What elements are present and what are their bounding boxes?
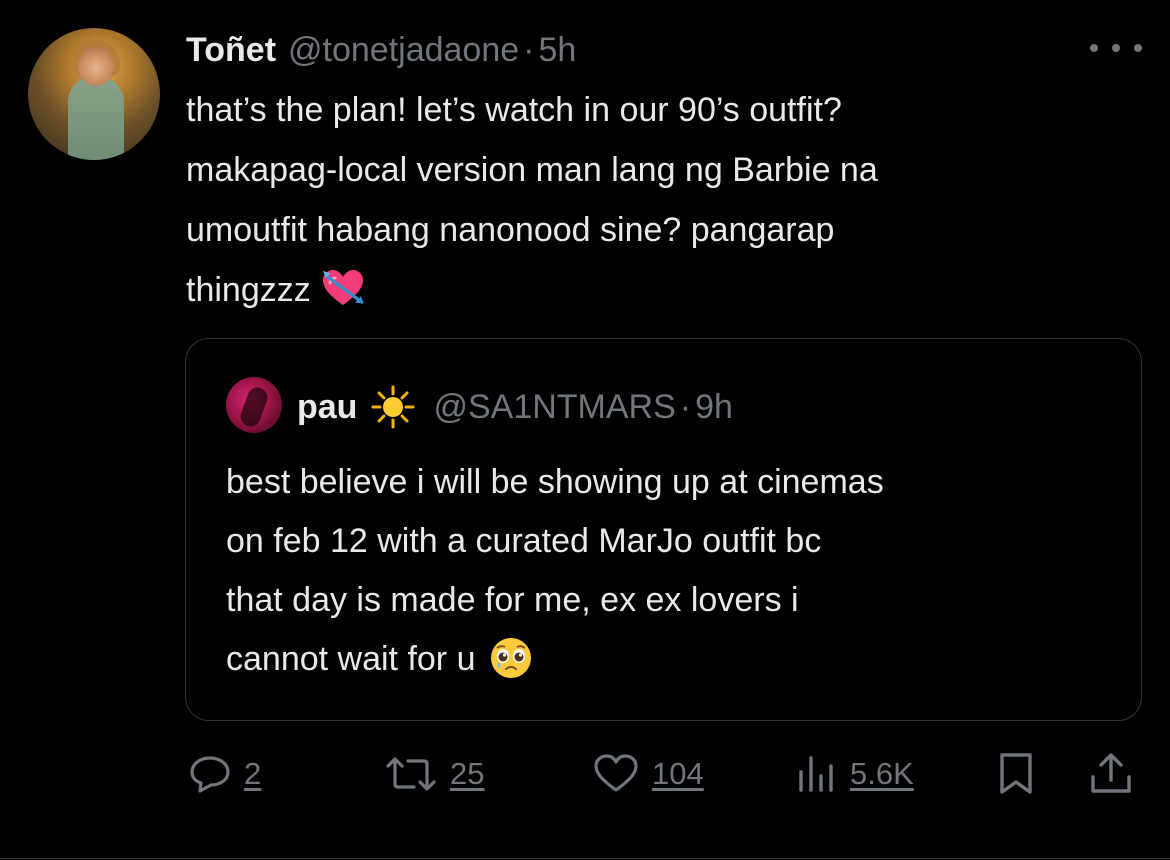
author-name[interactable]: Toñet [186, 31, 276, 70]
tweet-text-line: umoutfit habang nanonood sine? pangarap [186, 211, 835, 249]
quoted-text-line-last: cannot wait for u [226, 630, 1116, 689]
analytics-icon [799, 756, 833, 792]
quoted-text-line: on feb 12 with a curated MarJo outfit bc [226, 522, 822, 560]
retweet-button[interactable]: 25 [384, 748, 484, 800]
quoted-author-handle[interactable]: @SA1NTMARS [433, 388, 675, 427]
quoted-text-line: that day is made for me, ex ex lovers i [226, 581, 799, 619]
share-button[interactable] [1088, 748, 1134, 800]
bottom-divider [0, 858, 1170, 859]
quoted-tweet-header: pau @SA1NTMARS · 9h [297, 385, 733, 429]
tweet-text: that’s the plan! let’s watch in our 90’s… [186, 80, 1126, 320]
quoted-text-line: best believe i will be showing up at cin… [226, 463, 884, 501]
tweet-text-line: that’s the plan! let’s watch in our 90’s… [186, 91, 842, 129]
heart-with-arrow-icon [322, 270, 364, 305]
share-icon [1091, 753, 1131, 793]
views-button[interactable]: 5.6K [794, 748, 914, 800]
like-count[interactable]: 104 [652, 756, 704, 792]
bookmark-button[interactable] [996, 748, 1036, 800]
retweet-icon [386, 757, 436, 791]
tweet-text-line: makapag-local version man lang ng Barbie… [186, 151, 878, 189]
tweet-action-bar: 2 25 104 5.6K [0, 748, 1170, 800]
reply-count[interactable]: 2 [244, 756, 261, 792]
views-count[interactable]: 5.6K [850, 756, 914, 792]
separator-dot: · [679, 387, 692, 426]
tweet-text-line-last: thingzzz [186, 260, 1126, 320]
tweet-header: Toñet @tonetjadaone · 5h [186, 28, 576, 72]
quoted-author-avatar[interactable] [226, 377, 282, 433]
quoted-tweet[interactable]: pau @SA1NTMARS · 9h best believe i will … [185, 338, 1142, 721]
quoted-text-line: cannot wait for u [226, 640, 476, 678]
tweet-text-line: thingzzz [186, 271, 311, 309]
reply-button[interactable]: 2 [188, 748, 261, 800]
like-button[interactable]: 104 [592, 748, 704, 800]
pleading-face-icon [491, 638, 532, 678]
retweet-count[interactable]: 25 [450, 756, 484, 792]
avatar-figure [68, 76, 124, 160]
author-avatar[interactable] [28, 28, 160, 160]
author-handle[interactable]: @tonetjadaone [288, 31, 519, 70]
tweet-timestamp[interactable]: 5h [539, 31, 577, 70]
reply-icon [190, 756, 230, 793]
more-options-icon[interactable] [1090, 38, 1142, 58]
bookmark-icon [1000, 753, 1032, 794]
quoted-author-name[interactable]: pau [297, 388, 357, 427]
quoted-tweet-timestamp[interactable]: 9h [695, 388, 733, 427]
quoted-tweet-text: best believe i will be showing up at cin… [226, 453, 1116, 689]
heart-icon [594, 754, 638, 792]
separator-dot: · [523, 30, 535, 69]
sun-icon [371, 385, 415, 429]
avatar-head [78, 46, 114, 86]
